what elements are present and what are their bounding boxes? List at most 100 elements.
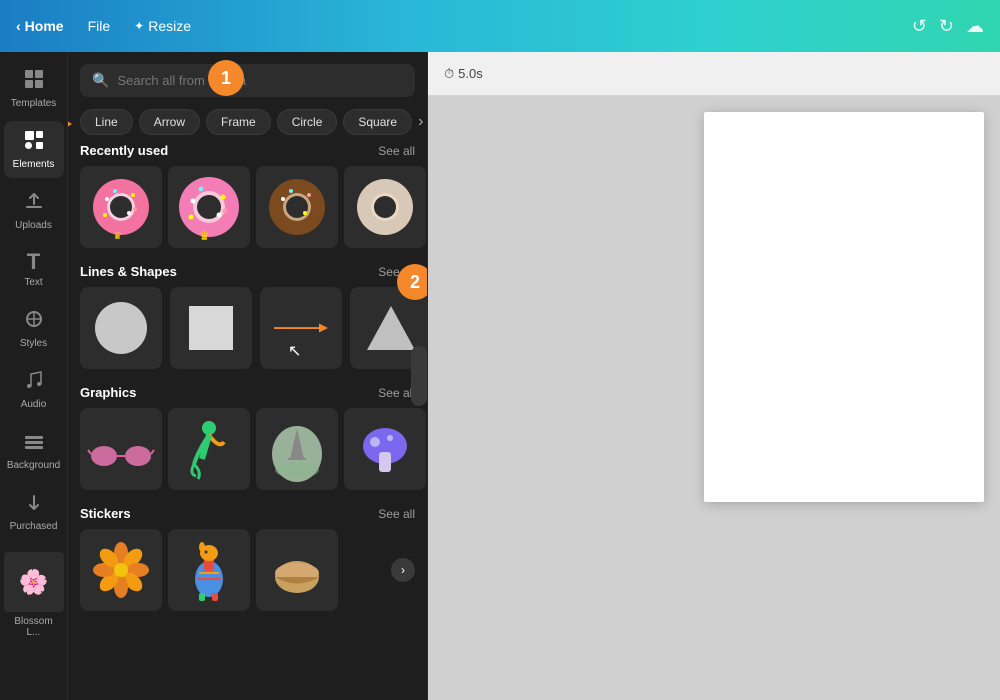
- canvas-main[interactable]: [428, 96, 1000, 700]
- section-recently-used: Recently used See all: [80, 143, 415, 248]
- sidebar-item-audio[interactable]: Audio: [4, 361, 64, 418]
- chevron-left-icon: ‹: [16, 18, 21, 34]
- donut-item-1[interactable]: ♛: [80, 166, 162, 248]
- stickers-title: Stickers: [80, 506, 131, 521]
- recently-used-see-all[interactable]: See all: [378, 144, 415, 158]
- chip-arrow[interactable]: Arrow: [139, 109, 200, 135]
- main-layout: Templates Elements Uploads: [0, 52, 1000, 700]
- stickers-see-all[interactable]: See all: [378, 507, 415, 521]
- section-graphics: Graphics See all: [80, 385, 415, 490]
- sticker-item-2[interactable]: [168, 529, 250, 611]
- white-canvas[interactable]: [704, 112, 984, 502]
- circle-shape-svg: [91, 298, 151, 358]
- sticker-item-3[interactable]: [256, 529, 338, 611]
- sidebar-item-text[interactable]: T Text: [4, 243, 64, 296]
- resize-label: Resize: [148, 18, 191, 34]
- section-header-lines-shapes: Lines & Shapes See all: [80, 264, 415, 279]
- chip-line[interactable]: Line: [80, 109, 133, 135]
- graphic-dancer: [174, 414, 244, 484]
- search-input[interactable]: [117, 73, 403, 88]
- donut-item-2[interactable]: ♛: [168, 166, 250, 248]
- donut-svg-1: ♛: [85, 171, 157, 243]
- recently-used-title: Recently used: [80, 143, 168, 158]
- text-icon: T: [27, 251, 40, 273]
- graphic-item-2[interactable]: [168, 408, 250, 490]
- sidebar-item-templates[interactable]: Templates: [4, 60, 64, 117]
- svg-text:♛: ♛: [113, 231, 122, 242]
- topbar: ‹ Home File ✦ Resize ↺ ↻ ☁: [0, 0, 1000, 52]
- templates-icon: [23, 68, 45, 94]
- search-icon: 🔍: [92, 72, 109, 89]
- templates-label: Templates: [11, 98, 57, 109]
- donut-item-4[interactable]: [344, 166, 426, 248]
- graphics-title: Graphics: [80, 385, 136, 400]
- section-lines-shapes: Lines & Shapes See all 2: [80, 264, 415, 369]
- donut-svg-2: ♛: [173, 171, 245, 243]
- shape-arrow[interactable]: ↖: [260, 287, 342, 369]
- canvas-area: ⏱ 5.0s: [428, 52, 1000, 700]
- graphic-sunglasses: [86, 414, 156, 484]
- section-header-graphics: Graphics See all: [80, 385, 415, 400]
- stickers-row: ›: [80, 529, 415, 611]
- chips-more-button[interactable]: ›: [418, 113, 423, 131]
- sticker-bread: [262, 535, 332, 605]
- sticker-pinata: [174, 535, 244, 605]
- graphic-paris: [262, 414, 332, 484]
- annotation-badge-2: 2: [397, 264, 427, 300]
- graphic-item-4[interactable]: [344, 408, 426, 490]
- sidebar-item-uploads[interactable]: Uploads: [4, 182, 64, 239]
- background-label: Background: [7, 460, 60, 471]
- sidebar-item-purchased[interactable]: Purchased: [4, 483, 64, 540]
- arrow-shape-svg: [271, 313, 331, 343]
- sidebar-item-background[interactable]: Background: [4, 422, 64, 479]
- sticker-item-1[interactable]: [80, 529, 162, 611]
- graphic-item-3[interactable]: [256, 408, 338, 490]
- shape-square[interactable]: [170, 287, 252, 369]
- sidebar-item-styles[interactable]: Styles: [4, 300, 64, 357]
- shape-circle[interactable]: [80, 287, 162, 369]
- elements-label: Elements: [13, 159, 55, 170]
- search-input-wrap[interactable]: 🔍: [80, 64, 415, 97]
- donut-svg-4: [349, 171, 421, 243]
- chip-circle[interactable]: Circle: [277, 109, 338, 135]
- section-header-stickers: Stickers See all: [80, 506, 415, 521]
- elements-panel: 🔍 1 Line Arrow Frame Circle Square ›: [68, 52, 428, 700]
- blossom-thumbnail: 🌸: [4, 552, 64, 612]
- uploads-label: Uploads: [15, 220, 52, 231]
- purchased-label: Purchased: [10, 521, 58, 532]
- undo-button[interactable]: ↺: [912, 16, 927, 37]
- shapes-row: ↖ ›: [80, 287, 415, 369]
- square-shape-svg: [181, 298, 241, 358]
- recently-used-row: ♛: [80, 166, 415, 248]
- redo-button[interactable]: ↻: [939, 16, 954, 37]
- text-label: Text: [24, 277, 42, 288]
- timer-icon: ⏱: [444, 66, 454, 82]
- resize-button[interactable]: ✦ Resize: [134, 18, 191, 34]
- cloud-button[interactable]: ☁: [966, 16, 984, 37]
- sidebar-item-blossom[interactable]: 🌸 Blossom L...: [4, 544, 64, 646]
- icon-sidebar: Templates Elements Uploads: [0, 52, 68, 700]
- graphic-mushroom: [350, 414, 420, 484]
- audio-label: Audio: [21, 399, 47, 410]
- chip-frame[interactable]: Frame: [206, 109, 271, 135]
- stickers-next[interactable]: ›: [391, 558, 415, 582]
- annotation-arrow-chips: [68, 115, 72, 133]
- styles-icon: [23, 308, 45, 334]
- file-menu[interactable]: File: [88, 18, 111, 34]
- donut-item-3[interactable]: [256, 166, 338, 248]
- svg-text:♛: ♛: [199, 229, 210, 243]
- background-icon: [23, 430, 45, 456]
- donut-svg-3: [261, 171, 333, 243]
- panel-content: Recently used See all: [68, 143, 427, 700]
- graphic-item-1[interactable]: [80, 408, 162, 490]
- canvas-topbar: ⏱ 5.0s: [428, 52, 1000, 96]
- graphics-row: ›: [80, 408, 415, 490]
- panel-scrollbar[interactable]: [411, 346, 427, 406]
- chip-square[interactable]: Square: [343, 109, 412, 135]
- sidebar-item-elements[interactable]: Elements: [4, 121, 64, 178]
- filter-chips: Line Arrow Frame Circle Square ›: [68, 105, 427, 143]
- home-button[interactable]: ‹ Home: [16, 18, 64, 34]
- graphics-see-all[interactable]: See all: [378, 386, 415, 400]
- section-stickers: Stickers See all: [80, 506, 415, 611]
- elements-icon: [23, 129, 45, 155]
